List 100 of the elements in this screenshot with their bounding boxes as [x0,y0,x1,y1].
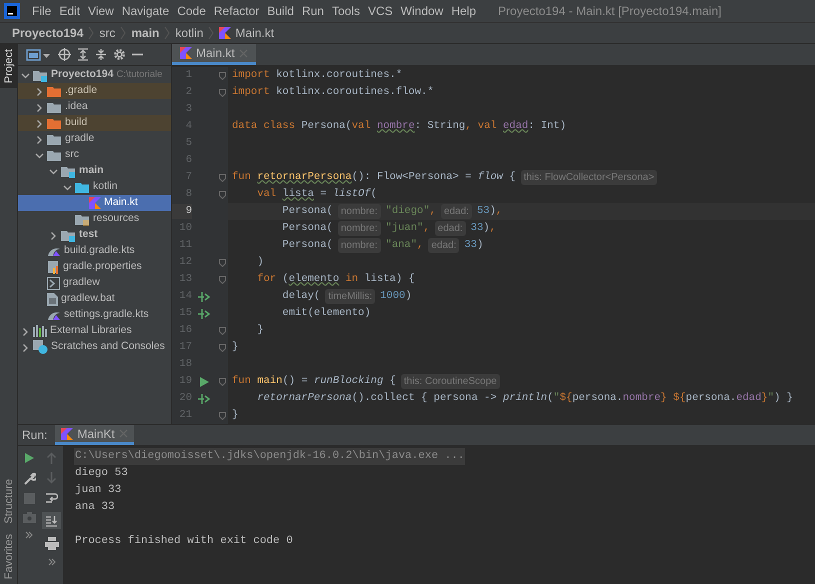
parameter-hint: edad: [440,204,472,219]
menu-item[interactable]: Help [447,2,480,20]
code-token: Persona( [281,204,333,219]
view-dropdown-icon[interactable] [26,48,52,62]
editor-tab[interactable]: Main.kt [172,44,256,65]
text-file-icon [47,292,58,306]
menu-item[interactable]: Run [298,2,328,20]
fold-marker-icon[interactable] [218,412,226,420]
tree-item[interactable]: gradlew.bat [18,291,171,307]
fold-marker-icon[interactable] [218,72,226,80]
code-token: Persona( [281,220,333,236]
fold-marker-icon[interactable] [218,378,226,386]
code-token: 33 [470,220,484,236]
breadcrumb[interactable]: kotlin [171,24,208,42]
collapse-all-icon[interactable] [95,48,107,61]
fold-marker-icon[interactable] [218,276,226,284]
kotlin-file-icon [180,47,192,59]
code-token: Persona( [281,238,333,253]
tree-item[interactable]: settings.gradle.kts [18,307,171,323]
code-token: "juan" [386,220,424,236]
code-token: persona. [686,390,736,406]
module-folder-icon [61,228,76,242]
scroll-to-end-button[interactable] [42,512,62,529]
menu-item[interactable]: VCS [364,2,397,20]
fold-marker-icon[interactable] [218,344,226,352]
code-token: 1000 [380,288,406,304]
parameter-hint: timeMillis: [325,289,376,304]
fold-marker-icon[interactable] [218,174,226,182]
breadcrumb[interactable]: main [127,24,164,42]
menu-item[interactable]: Edit [55,2,84,20]
breadcrumb[interactable]: Proyecto194 [8,24,88,42]
menu-item[interactable]: Build [263,2,298,20]
menu-item[interactable]: Tools [328,2,364,20]
expand-all-icon[interactable] [77,48,89,61]
more-icon[interactable] [25,531,34,539]
soft-wrap-icon[interactable] [45,492,58,504]
tree-item[interactable]: src [18,147,171,163]
menu-item[interactable]: View [84,2,118,20]
tool-window-tab[interactable]: Project [0,44,18,88]
breadcrumb[interactable]: Main.kt [231,24,278,42]
code-token: fun [232,170,252,185]
code-token: , [430,204,436,219]
tree-item[interactable]: .idea [18,99,171,115]
module-folder-icon [61,164,76,178]
tree-item[interactable]: gradle [18,131,171,147]
tool-window-tab[interactable]: Favorites [0,528,18,584]
tree-item[interactable]: gradlew [18,275,171,291]
tree-item[interactable]: kotlin [18,179,171,195]
tree-item[interactable]: build.gradle.kts [18,243,171,259]
folder-icon [47,148,62,162]
print-icon[interactable] [44,537,59,550]
code-token: "diego" [386,204,430,219]
run-tab[interactable]: MainKt [55,425,134,445]
folder-icon [47,84,62,98]
tree-item[interactable]: Proyecto194 C:\tutoriale [18,67,171,83]
run-panel-label: Run: [22,427,48,444]
code-token: import [232,68,270,83]
tree-item[interactable]: .gradle [18,83,171,99]
menu-item[interactable]: Refactor [210,2,264,20]
wrench-icon[interactable] [22,472,36,485]
menu-item[interactable]: Navigate [118,2,174,20]
menu-item[interactable]: Window [396,2,448,20]
fold-marker-icon[interactable] [218,190,226,198]
tool-window-tab[interactable]: Structure [0,474,18,529]
settings-icon[interactable] [113,48,126,61]
tree-item[interactable]: resources [18,211,171,227]
code-token: , [417,238,424,253]
crosshair-icon[interactable] [58,48,71,61]
chevron-right-icon[interactable] [49,230,58,240]
tree-item[interactable]: main [18,163,171,179]
run-icon[interactable] [23,452,36,464]
fold-marker-icon[interactable] [218,258,226,266]
more-icon[interactable] [48,558,56,566]
kotlin-file-icon [219,27,232,39]
app-logo-icon[interactable] [4,3,20,19]
code-token: in [344,272,358,287]
tree-item[interactable]: Scratches and Consoles [18,339,171,355]
fold-marker-icon[interactable] [218,326,226,334]
code-token: ) } [774,390,793,406]
code-token: , [496,204,502,219]
console-line: juan 33 [74,483,122,498]
run-icon[interactable] [199,376,209,386]
breadcrumb[interactable]: src [95,24,120,42]
code-token: } [256,322,264,338]
code-token: delay( [281,288,320,304]
menu-item[interactable]: File [28,2,56,20]
tree-item[interactable]: Main.kt [18,195,171,211]
code-token: } ${ [660,390,686,406]
fold-marker-icon[interactable] [218,88,226,96]
tree-item[interactable]: build [18,115,171,131]
down-arrow-icon [46,472,58,484]
tree-item[interactable]: gradle.properties [18,259,171,275]
menu-item[interactable]: Code [173,2,210,20]
code-token: retornarPersona [257,170,352,185]
tree-item[interactable]: test [18,227,171,243]
code-token: } [232,408,238,423]
code-token: " [768,390,774,406]
code-token: Persona( [301,118,352,134]
tree-item[interactable]: External Libraries [18,323,171,339]
chevron-down-icon[interactable] [21,70,30,80]
